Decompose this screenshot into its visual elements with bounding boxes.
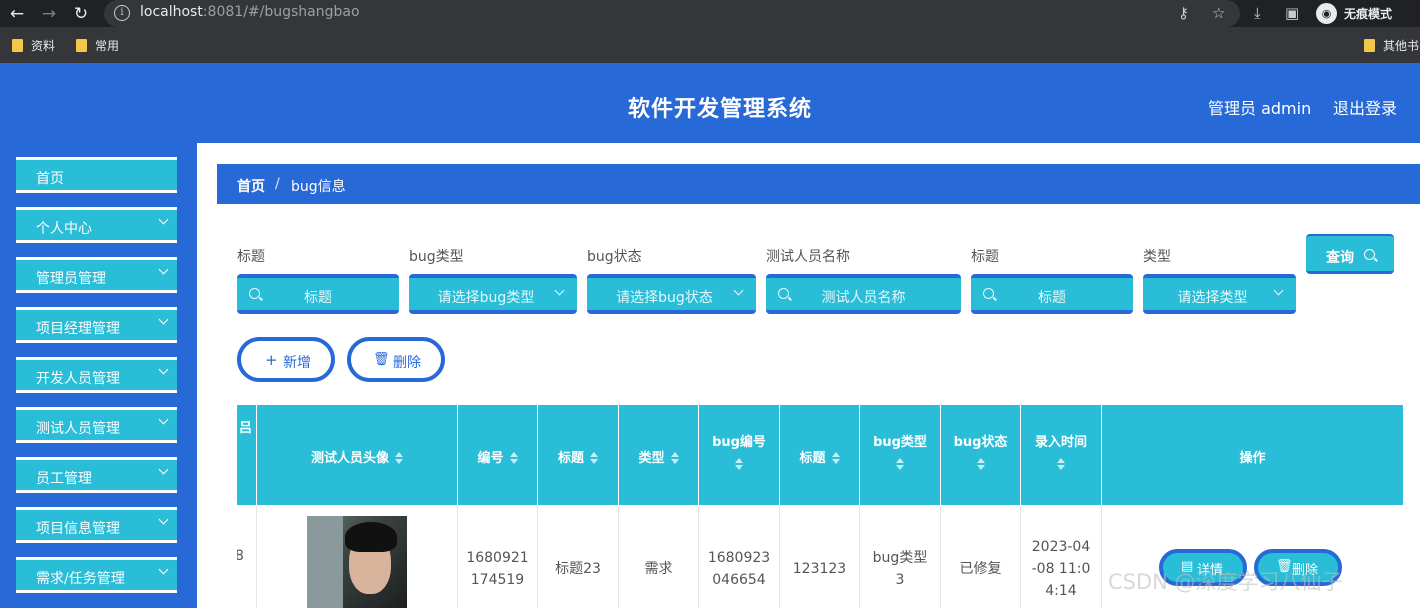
filter-label-bug-status: bug状态 <box>587 249 642 265</box>
incognito-icon[interactable]: ◉ <box>1316 3 1337 24</box>
trash-icon: 🗑 <box>373 352 390 367</box>
sort-icon[interactable] <box>509 452 518 464</box>
table-cell-entry-time: 2023-04-08 11:04:14 <box>1021 505 1102 608</box>
filter-label-tester-name: 测试人员名称 <box>766 249 850 265</box>
table-cell-number: 1680921174519 <box>458 505 538 608</box>
sidebar-item-tester-management[interactable]: 测试人员管理 <box>16 407 177 443</box>
bookmarks-bar: 资料 常用 其他书 <box>0 27 1420 63</box>
table-cell-type: 需求 <box>619 505 699 608</box>
sort-icon[interactable] <box>1057 458 1065 470</box>
column-header-number[interactable]: 编号 <box>458 405 538 505</box>
chevron-down-icon <box>158 314 169 325</box>
breadcrumb-current: bug信息 <box>291 179 346 195</box>
column-header-bug-type[interactable]: bug类型 <box>860 405 941 505</box>
url-text[interactable]: localhost:8081/#/bugshangbao <box>140 4 360 20</box>
key-icon[interactable]: ⚷ <box>1178 3 1189 23</box>
bookmark-folder-changyong[interactable]: 常用 <box>76 37 119 54</box>
sidebar-item-project-info-management[interactable]: 项目信息管理 <box>16 507 177 543</box>
chevron-down-icon <box>158 514 169 525</box>
current-user: 管理员 admin <box>1208 99 1312 118</box>
column-header-type[interactable]: 类型 <box>619 405 699 505</box>
sort-icon[interactable] <box>590 452 598 464</box>
sort-icon[interactable] <box>896 458 904 470</box>
bookmark-star-icon[interactable]: ☆ <box>1212 3 1225 23</box>
table-cell-bug-number: 1680923046654 <box>699 505 780 608</box>
column-header-actions: 操作 <box>1102 405 1403 505</box>
filter-label-type: 类型 <box>1143 249 1171 265</box>
column-header-title[interactable]: 标题 <box>538 405 619 505</box>
breadcrumb-home[interactable]: 首页 <box>237 176 265 196</box>
sort-icon[interactable] <box>670 452 679 464</box>
table-cell-bug-type: bug类型3 <box>860 505 941 608</box>
reload-icon[interactable]: ↻ <box>70 3 92 25</box>
forward-icon[interactable]: → <box>38 3 60 25</box>
site-info-icon[interactable]: i <box>114 5 130 21</box>
chevron-down-icon <box>158 364 169 375</box>
bookmark-folder-other[interactable]: 其他书 <box>1364 37 1419 54</box>
filter-label-title: 标题 <box>237 249 265 265</box>
sidebar-item-admin-management[interactable]: 管理员管理 <box>16 257 177 293</box>
bookmark-folder-ziliao[interactable]: 资料 <box>12 37 55 54</box>
column-header-entry-time[interactable]: 录入时间 <box>1021 405 1102 505</box>
watermark: CSDN @深度学习八仙子 <box>1108 570 1343 594</box>
type-select[interactable]: 请选择类型 <box>1143 274 1296 314</box>
table-cell-title: 标题23 <box>538 505 619 608</box>
batch-delete-button[interactable]: 🗑 删除 <box>347 337 445 382</box>
column-header-title-2[interactable]: 标题 <box>780 405 860 505</box>
chevron-down-icon <box>158 264 169 275</box>
app-title: 软件开发管理系统 <box>627 97 812 122</box>
table-cell-avatar <box>257 505 458 608</box>
breadcrumb: 首页 / bug信息 <box>217 164 1420 204</box>
bug-type-select[interactable]: 请选择bug类型 <box>409 274 577 314</box>
title-search-input[interactable]: 标题 <box>237 274 399 314</box>
query-button[interactable]: 查询 <box>1306 234 1394 274</box>
chevron-down-icon <box>158 464 169 475</box>
incognito-label: 无痕模式 <box>1344 7 1393 21</box>
sidebar-item-developer-management[interactable]: 开发人员管理 <box>16 357 177 393</box>
download-icon[interactable]: ⤓ <box>1254 3 1261 23</box>
column-header-bug-number[interactable]: bug编号 <box>699 405 780 505</box>
folder-icon <box>12 39 23 52</box>
sidebar-item-employee-management[interactable]: 员工管理 <box>16 457 177 493</box>
tester-name-search-input[interactable]: 测试人员名称 <box>766 274 961 314</box>
sort-icon[interactable] <box>831 452 840 464</box>
folder-icon <box>76 39 87 52</box>
folder-icon <box>1364 39 1375 52</box>
column-header-bug-status[interactable]: bug状态 <box>941 405 1021 505</box>
table-cell-partial: 8 <box>237 505 257 608</box>
sidepanel-icon[interactable]: ▣ <box>1285 3 1299 23</box>
sidebar-item-requirement-management[interactable]: 需求/任务管理 <box>16 557 177 593</box>
sort-icon[interactable] <box>735 458 743 470</box>
sort-icon[interactable] <box>976 458 985 470</box>
column-header-partial: 吕 <box>237 405 257 505</box>
logout-link[interactable]: 退出登录 <box>1333 95 1397 119</box>
sidebar-item-home[interactable]: 首页 <box>16 157 177 193</box>
column-header-tester-avatar[interactable]: 测试人员头像 <box>257 405 458 505</box>
back-icon[interactable]: ← <box>6 3 28 25</box>
filter-label-title-2: 标题 <box>971 249 999 265</box>
table-cell-title-2: 123123 <box>780 505 860 608</box>
avatar <box>307 516 407 608</box>
sidebar-item-personal-center[interactable]: 个人中心 <box>16 207 177 243</box>
add-button[interactable]: + 新增 <box>237 337 335 382</box>
chevron-down-icon <box>158 214 169 225</box>
sidebar: 首页 个人中心 管理员管理 项目经理管理 开发人员管理 测试人员管理 员工管理 … <box>0 143 197 608</box>
app-header: 软件开发管理系统 管理员 admin 退出登录 <box>0 63 1420 143</box>
filter-label-bug-type: bug类型 <box>409 249 464 265</box>
browser-toolbar: ← → ↻ i localhost:8081/#/bugshangbao ⚷ ☆… <box>0 0 1420 27</box>
plus-icon: + <box>265 351 278 369</box>
table-cell-bug-status: 已修复 <box>941 505 1021 608</box>
sort-icon[interactable] <box>395 452 403 464</box>
title2-search-input[interactable]: 标题 <box>971 274 1133 314</box>
breadcrumb-separator: / <box>275 176 280 192</box>
chevron-down-icon <box>158 564 169 575</box>
bug-status-select[interactable]: 请选择bug状态 <box>587 274 756 314</box>
search-icon <box>1364 249 1375 260</box>
address-bar[interactable]: i localhost:8081/#/bugshangbao ⚷ ☆ <box>104 0 1240 27</box>
chevron-down-icon <box>158 414 169 425</box>
sidebar-item-pm-management[interactable]: 项目经理管理 <box>16 307 177 343</box>
